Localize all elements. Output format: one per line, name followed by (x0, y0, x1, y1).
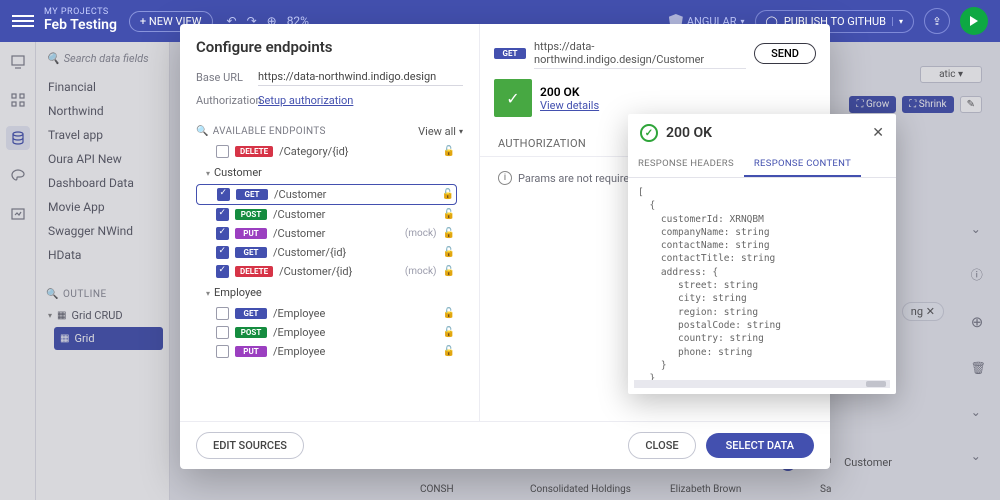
mock-label: (mock) (405, 266, 437, 277)
close-button[interactable]: CLOSE (628, 432, 695, 459)
response-body[interactable]: [ { customerId: XRNQBM companyName: stri… (628, 178, 896, 380)
request-method-badge: GET (494, 48, 526, 59)
checkbox[interactable] (216, 265, 229, 278)
auth-indicator-icon: 🔓 (443, 266, 455, 277)
popover-status: 200 OK (666, 125, 712, 141)
checkbox[interactable] (216, 145, 229, 158)
method-badge: DELETE (235, 146, 273, 157)
response-status: ✓ 200 OK View details (494, 79, 816, 117)
method-badge: POST (235, 209, 267, 220)
endpoint-path: /Category/{id} (279, 145, 436, 158)
auth-indicator-icon: 🔓 (443, 308, 455, 319)
endpoint-path: /Customer (273, 208, 437, 221)
success-icon: ✓ (640, 124, 658, 142)
endpoint-path: /Customer/{id} (273, 246, 437, 259)
endpoint-path: /Customer (274, 188, 436, 201)
endpoint-row[interactable]: DELETE/Customer/{id} (mock) 🔓 (196, 262, 457, 281)
chevron-down-icon: ▾ (459, 127, 463, 136)
method-badge: GET (235, 247, 267, 258)
method-badge: GET (235, 308, 267, 319)
request-url[interactable]: https://data-northwind.indigo.design/Cus… (534, 38, 746, 69)
endpoint-path: /Employee (273, 307, 437, 320)
method-badge: PUT (235, 228, 267, 239)
project-title-block[interactable]: MY PROJECTS Feb Testing (44, 8, 117, 33)
checkbox[interactable] (216, 208, 229, 221)
method-badge: PUT (235, 346, 267, 357)
endpoint-row[interactable]: DELETE /Category/{id} 🔓 (196, 142, 457, 161)
preview-button[interactable] (960, 7, 988, 35)
endpoint-list[interactable]: DELETE /Category/{id} 🔓 CustomerGET/Cust… (196, 142, 463, 407)
hamburger-icon[interactable] (12, 10, 34, 32)
edit-sources-button[interactable]: EDIT SOURCES (196, 432, 304, 459)
checkbox[interactable] (217, 188, 230, 201)
view-all-toggle[interactable]: View all▾ (418, 125, 463, 138)
base-url-input[interactable]: https://data-northwind.indigo.design (258, 68, 463, 86)
auth-indicator-icon: 🔓 (443, 247, 455, 258)
horizontal-scrollbar[interactable] (634, 380, 890, 388)
auth-indicator-icon: 🔓 (443, 327, 455, 338)
view-details-link[interactable]: View details (540, 99, 599, 112)
auth-indicator-icon: 🔓 (443, 209, 455, 220)
endpoint-row[interactable]: PUT/Employee 🔓 (196, 342, 457, 361)
endpoint-row[interactable]: POST/Employee 🔓 (196, 323, 457, 342)
share-button[interactable]: ⇪ (924, 8, 950, 34)
checkbox[interactable] (216, 227, 229, 240)
success-icon: ✓ (494, 79, 532, 117)
select-data-button[interactable]: SELECT DATA (706, 433, 814, 458)
endpoint-row[interactable]: GET/Employee 🔓 (196, 304, 457, 323)
project-name: Feb Testing (44, 18, 117, 33)
mock-label: (mock) (405, 228, 437, 239)
method-badge: GET (236, 189, 268, 200)
send-button[interactable]: SEND (754, 43, 816, 64)
endpoint-path: /Employee (273, 345, 437, 358)
play-icon (969, 16, 979, 26)
available-endpoints-label: 🔍AVAILABLE ENDPOINTS (196, 126, 326, 137)
info-icon: i (498, 171, 512, 185)
endpoint-path: /Customer/{id} (279, 265, 399, 278)
endpoint-group[interactable]: Employee (196, 281, 457, 304)
modal-left-panel: Configure endpoints Base URL https://dat… (180, 24, 480, 421)
checkbox[interactable] (216, 246, 229, 259)
auth-indicator-icon: 🔓 (443, 146, 455, 157)
checkbox[interactable] (216, 307, 229, 320)
modal-footer: EDIT SOURCES CLOSE SELECT DATA (180, 421, 830, 469)
endpoint-row[interactable]: GET/Customer/{id} 🔓 (196, 243, 457, 262)
chevron-down-icon[interactable]: ▾ (892, 17, 903, 26)
auth-indicator-icon: 🔓 (443, 228, 455, 239)
modal-title: Configure endpoints (196, 38, 463, 56)
auth-indicator-icon: 🔓 (443, 346, 455, 357)
tab-response-headers[interactable]: RESPONSE HEADERS (628, 152, 744, 177)
method-badge: POST (235, 327, 267, 338)
checkbox[interactable] (216, 326, 229, 339)
endpoint-row[interactable]: GET/Customer 🔓 (196, 184, 457, 205)
method-badge: DELETE (235, 266, 273, 277)
endpoint-path: /Customer (273, 227, 399, 240)
auth-indicator-icon: 🔓 (442, 189, 454, 200)
checkbox[interactable] (216, 345, 229, 358)
endpoint-row[interactable]: PUT/Customer (mock) 🔓 (196, 224, 457, 243)
tab-response-content[interactable]: RESPONSE CONTENT (744, 152, 861, 177)
response-tabs: RESPONSE HEADERS RESPONSE CONTENT (628, 152, 896, 178)
auth-label: Authorization (196, 94, 258, 107)
response-popover: ✓ 200 OK ✕ RESPONSE HEADERS RESPONSE CON… (628, 114, 896, 394)
endpoint-group[interactable]: Customer (196, 161, 457, 184)
base-url-label: Base URL (196, 71, 258, 84)
setup-auth-link[interactable]: Setup authorization (258, 94, 353, 107)
search-icon: 🔍 (196, 126, 209, 137)
close-icon[interactable]: ✕ (872, 125, 884, 141)
status-code: 200 OK (540, 85, 599, 99)
endpoint-path: /Employee (273, 326, 437, 339)
share-icon: ⇪ (932, 15, 941, 28)
endpoint-row[interactable]: POST/Customer 🔓 (196, 205, 457, 224)
